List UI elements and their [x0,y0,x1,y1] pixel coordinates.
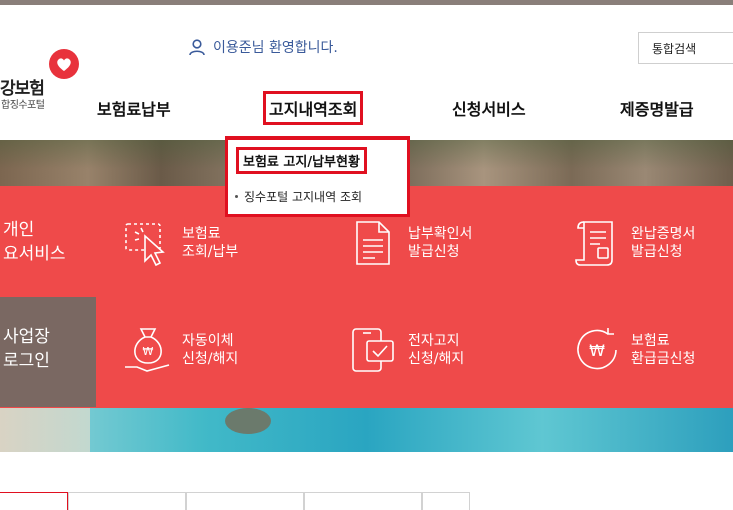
gnb-item-payment[interactable]: 보험료납부 [97,96,171,120]
tab-1[interactable] [0,492,68,510]
service-premium-inquiry-payment[interactable]: 보험료 조회/납부 [123,218,238,268]
gnb-item-application-service[interactable]: 신청서비스 [452,96,526,120]
svg-text:₩: ₩ [589,341,605,360]
service-electronic-notice[interactable]: 전자고지 신청/해지 [349,325,464,375]
certificate-scroll-icon [575,221,613,266]
tab-3[interactable] [186,492,304,510]
service-payment-confirmation[interactable]: 납부확인서 발급신청 [349,218,472,268]
submenu-item-premium-notice-payment-status[interactable]: 보험료 고지/납부현황 [236,147,367,174]
gnb-item-certificate-issuance[interactable]: 제증명발급 [620,96,694,120]
top-bar [0,0,733,5]
gnb-item-notice-inquiry[interactable]: 고지내역조회 [263,91,364,125]
personal-service-label[interactable]: 개인 요서비스 [3,218,66,266]
won-refund-icon: ₩ [577,328,617,370]
tab-5[interactable] [422,492,470,510]
submenu-item-portal-notice-inquiry[interactable]: 징수포털 고지내역 조회 [235,188,362,205]
tab-2[interactable] [68,492,186,510]
business-login-button[interactable]: 사업장 로그인 [0,297,96,407]
bullet-icon [235,195,238,198]
service-auto-transfer[interactable]: ₩ 자동이체 신청/해지 [123,325,238,375]
user-icon [189,39,205,56]
money-bag-icon: ₩ [125,328,170,372]
svg-text:₩: ₩ [143,345,154,358]
bottom-tab-bar [0,492,470,510]
main-navigation: 보험료납부 고지내역조회 신청서비스 제증명발급 [0,91,733,125]
tab-4[interactable] [304,492,422,510]
service-full-payment-certificate[interactable]: 완납증명서 발급신청 [572,218,695,268]
mobile-notice-icon [352,328,394,372]
click-cursor-icon [125,223,165,267]
integrated-search-button[interactable]: 통합검색 [638,32,733,64]
document-icon [356,221,390,265]
service-refund-application[interactable]: ₩ 보험료 환급금신청 [572,325,695,375]
heart-logo-icon [49,49,79,79]
welcome-text: 이용준님 환영합니다. [213,40,338,56]
welcome-message: 이용준님 환영합니다. [188,37,338,57]
notice-inquiry-submenu: 보험료 고지/납부현황 징수포털 고지내역 조회 [225,136,410,217]
banner-sea-image [0,405,733,452]
